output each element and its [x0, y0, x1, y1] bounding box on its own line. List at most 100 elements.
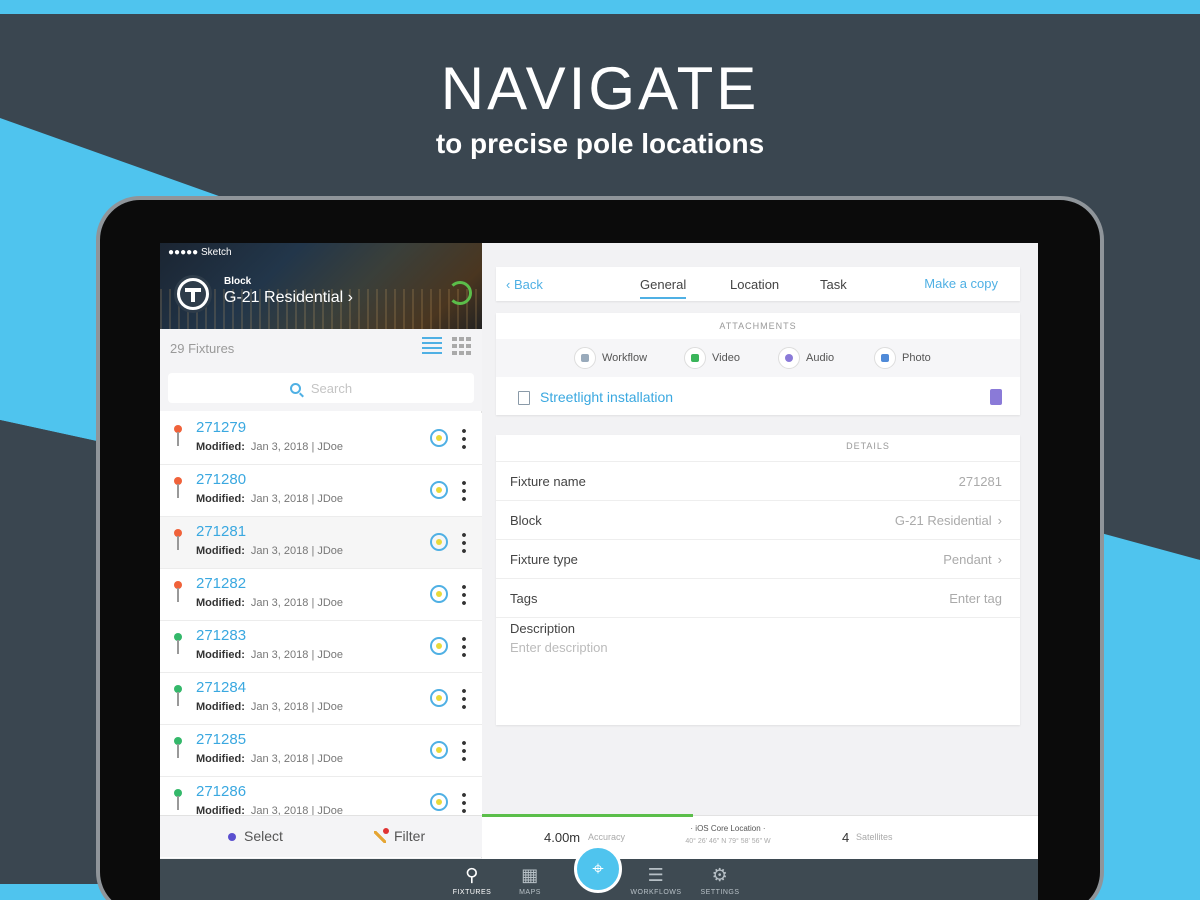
block-header: ●●●●● Sketch Block G-21 Residential ›: [160, 243, 482, 329]
fixture-row[interactable]: 271279 Modified: Jan 3, 2018 | JDoe: [160, 413, 482, 465]
back-button[interactable]: ‹ Back: [506, 277, 543, 292]
fixture-count: 29 Fixtures: [170, 341, 235, 356]
more-options-icon[interactable]: [462, 531, 466, 553]
fixture-id[interactable]: 271282: [196, 575, 246, 592]
tab-location[interactable]: Location: [730, 277, 779, 292]
app-logo-icon: [174, 275, 212, 313]
fixture-row[interactable]: 271284 Modified: Jan 3, 2018 | JDoe: [160, 673, 482, 725]
map-pin-icon: ⚲: [465, 865, 479, 885]
map-pin-icon: [174, 789, 182, 810]
attachment-types: Workflow Video Audio Photo: [496, 339, 1020, 377]
map-pin-icon: [174, 529, 182, 550]
fixture-row[interactable]: 271280 Modified: Jan 3, 2018 | JDoe: [160, 465, 482, 517]
map-pin-icon: [174, 737, 182, 758]
detail-row-tags[interactable]: Tags Enter tag: [496, 578, 1020, 617]
tab-fixtures[interactable]: ⚲ FIXTURES: [442, 865, 502, 896]
workflow-link[interactable]: Streetlight installation: [540, 389, 673, 405]
fixture-id[interactable]: 271280: [196, 471, 246, 488]
locate-icon[interactable]: [430, 533, 448, 551]
make-copy-button[interactable]: Make a copy: [924, 276, 998, 291]
detail-row-fixture-type[interactable]: Fixture type Pendant ›: [496, 539, 1020, 578]
details-card: DETAILS Fixture name 271281 Block G-21 R…: [496, 435, 1020, 725]
fixture-id[interactable]: 271285: [196, 731, 246, 748]
locate-icon[interactable]: [430, 429, 448, 447]
more-options-icon[interactable]: [462, 687, 466, 709]
list-view-icon[interactable]: [422, 337, 442, 355]
more-options-icon[interactable]: [462, 739, 466, 761]
fixture-detail-pane: ‹ Back General Location Task Make a copy…: [482, 243, 1038, 859]
fixture-modified: Modified: Jan 3, 2018 | JDoe: [196, 493, 344, 505]
attachments-heading: ATTACHMENTS: [719, 321, 797, 331]
more-options-icon[interactable]: [462, 791, 466, 813]
more-options-icon[interactable]: [462, 479, 466, 501]
fixture-row[interactable]: 271283 Modified: Jan 3, 2018 | JDoe: [160, 621, 482, 673]
fixture-row-selected[interactable]: 271281 Modified: Jan 3, 2018 | JDoe: [160, 517, 482, 569]
fixture-modified: Modified: Jan 3, 2018 | JDoe: [196, 545, 344, 557]
map-pin-icon: [174, 477, 182, 498]
satellites-value: 4: [842, 830, 850, 845]
locate-icon[interactable]: [430, 585, 448, 603]
camera-icon: [874, 347, 896, 369]
video-icon: [684, 347, 706, 369]
attach-video-button[interactable]: Video: [684, 347, 740, 369]
fixture-modified: Modified: Jan 3, 2018 | JDoe: [196, 753, 344, 765]
more-options-icon[interactable]: [462, 635, 466, 657]
sync-icon[interactable]: [448, 281, 472, 305]
filter-icon: [374, 828, 389, 844]
tab-task[interactable]: Task: [820, 277, 847, 292]
search-input[interactable]: Search: [168, 373, 474, 403]
locate-icon[interactable]: [430, 637, 448, 655]
block-name-link[interactable]: G-21 Residential ›: [224, 289, 353, 307]
fixture-modified: Modified: Jan 3, 2018 | JDoe: [196, 441, 344, 453]
attached-workflow[interactable]: Streetlight installation: [496, 379, 1020, 415]
attach-photo-button[interactable]: Photo: [874, 347, 931, 369]
locate-icon[interactable]: [430, 793, 448, 811]
description-label: Description: [510, 621, 576, 636]
fixture-row[interactable]: 271282 Modified: Jan 3, 2018 | JDoe: [160, 569, 482, 621]
satellites-label: Satellites: [856, 832, 893, 842]
locate-icon[interactable]: [430, 741, 448, 759]
description-input[interactable]: Enter description: [510, 640, 608, 655]
tags-input[interactable]: Enter tag: [949, 591, 1002, 606]
select-button[interactable]: Select: [228, 828, 283, 844]
map-pin-icon: [174, 685, 182, 706]
tab-general[interactable]: General: [640, 277, 687, 299]
accuracy-label: Accuracy: [588, 832, 626, 842]
bottom-tab-bar: ⚲ FIXTURES ▦ MAPS ⌖ ☰ WORKFLOWS ⚙ SETTIN…: [160, 845, 1038, 900]
status-carrier: ●●●●● Sketch: [168, 247, 232, 258]
map-pin-icon: [174, 633, 182, 654]
fixture-id[interactable]: 271286: [196, 783, 246, 800]
fixture-id[interactable]: 271283: [196, 627, 246, 644]
fixture-modified: Modified: Jan 3, 2018 | JDoe: [196, 701, 344, 713]
attach-audio-button[interactable]: Audio: [778, 347, 834, 369]
more-options-icon[interactable]: [462, 583, 466, 605]
fixtures-pane: ●●●●● Sketch Block G-21 Residential › 29…: [160, 243, 482, 858]
search-icon: [289, 382, 301, 394]
tab-maps[interactable]: ▦ MAPS: [500, 865, 560, 896]
fixture-id[interactable]: 271279: [196, 419, 246, 436]
filter-button[interactable]: Filter: [374, 828, 425, 844]
map-icon: ▦: [521, 865, 539, 885]
fixture-id[interactable]: 271281: [196, 523, 246, 540]
locate-icon[interactable]: [430, 689, 448, 707]
grid-view-icon[interactable]: [452, 337, 472, 355]
fixture-modified: Modified: Jan 3, 2018 | JDoe: [196, 649, 344, 661]
locate-icon[interactable]: [430, 481, 448, 499]
trash-icon[interactable]: [990, 389, 1002, 405]
fixture-id[interactable]: 271284: [196, 679, 246, 696]
details-heading: DETAILS: [846, 441, 890, 451]
more-options-icon[interactable]: [462, 427, 466, 449]
hero-subtitle: to precise pole locations: [435, 128, 765, 159]
tab-workflows[interactable]: ☰ WORKFLOWS: [626, 865, 686, 896]
attach-workflow-button[interactable]: Workflow: [574, 347, 647, 369]
tab-settings[interactable]: ⚙ SETTINGS: [690, 865, 750, 896]
navigate-button[interactable]: ⌖: [574, 845, 622, 893]
detail-row-fixture-name[interactable]: Fixture name 271281: [496, 461, 1020, 500]
detail-row-block[interactable]: Block G-21 Residential ›: [496, 500, 1020, 539]
tablet-frame: ●●●●● Sketch Block G-21 Residential › 29…: [96, 196, 1104, 900]
fixture-row[interactable]: 271285 Modified: Jan 3, 2018 | JDoe: [160, 725, 482, 777]
gear-icon: ⚙: [711, 865, 729, 885]
hero-title: NAVIGATE: [440, 55, 760, 122]
search-area: Search: [160, 367, 482, 411]
fixture-modified: Modified: Jan 3, 2018 | JDoe: [196, 597, 344, 609]
